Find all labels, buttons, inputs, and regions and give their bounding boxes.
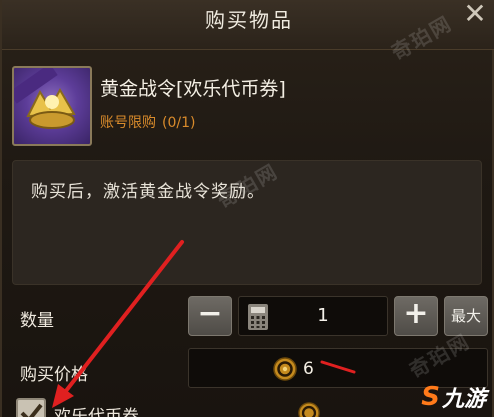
purchase-limit-count: (0/1) [162,115,196,131]
brand-mark: S [421,382,440,412]
use-currency-checkbox[interactable] [16,398,46,417]
purchase-limit: 账号限购 (0/1) [100,112,195,132]
quantity-input[interactable]: 1 [238,296,388,336]
check-icon [20,403,43,417]
currency-coin-icon [273,357,297,381]
currency-coin-icon [298,402,320,417]
brand-text: 九游 [441,387,486,412]
price-label: 购买价格 [20,365,88,385]
use-currency-label: 欢乐代币券 [54,407,139,417]
calculator-icon[interactable] [247,303,269,331]
increase-quantity-button[interactable]: + [394,296,438,336]
item-name: 黄金战令[欢乐代币券] [100,78,286,100]
close-icon: ✕ [463,0,487,30]
golden-pass-icon [12,66,92,146]
quantity-label: 数量 [20,311,54,331]
price-value: 6 [303,359,314,379]
purchase-limit-label: 账号限购 [100,115,156,131]
close-button[interactable]: ✕ [460,0,490,30]
decrease-quantity-button[interactable]: − [188,296,232,336]
item-info: 黄金战令[欢乐代币券] 账号限购 (0/1) [12,66,482,148]
brand-logo: S 九游 [421,381,486,413]
quantity-value: 1 [317,305,329,326]
